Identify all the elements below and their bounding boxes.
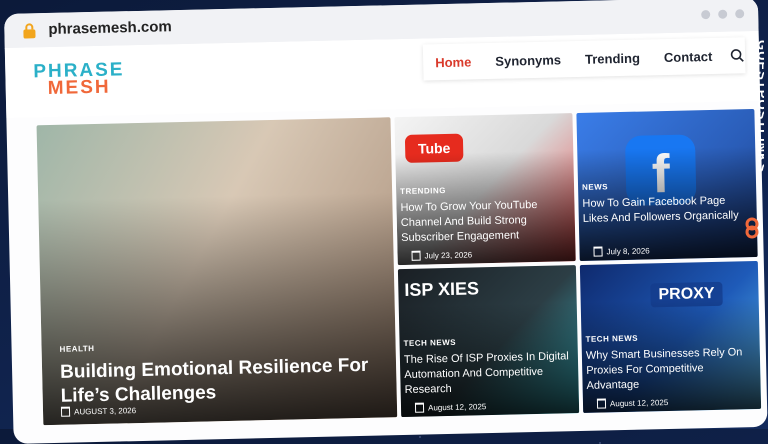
post-category[interactable]: TECH NEWS xyxy=(403,338,456,348)
main-nav: Home Synonyms Trending Contact xyxy=(422,37,746,81)
calendar-icon xyxy=(414,402,425,413)
guestpostlinks-watermark: GUESTPOSTLINKS xyxy=(745,40,764,239)
calendar-icon xyxy=(593,246,603,257)
calendar-icon xyxy=(60,406,71,417)
nav-trending[interactable]: Trending xyxy=(573,50,652,67)
post-date: August 12, 2025 xyxy=(414,401,486,413)
featured-grid: HEALTH Building Emotional Resilience For… xyxy=(36,109,768,444)
link-icon xyxy=(745,217,759,239)
isp-image-text: ISP XIES xyxy=(404,278,480,300)
post-title[interactable]: How To Gain Facebook Page Likes And Foll… xyxy=(582,193,753,227)
post-category[interactable]: TECH NEWS xyxy=(585,334,638,344)
post-card-youtube[interactable]: Tube TRENDING How To Grow Your YouTube C… xyxy=(394,113,576,266)
url-text[interactable]: phrasemesh.com xyxy=(48,18,172,38)
featured-post-main[interactable]: HEALTH Building Emotional Resilience For… xyxy=(36,117,398,426)
post-category[interactable]: TRENDING xyxy=(400,186,446,196)
calendar-icon xyxy=(596,398,607,409)
window-dot-icon[interactable] xyxy=(718,9,728,19)
window-dot-icon[interactable] xyxy=(701,9,711,20)
post-category[interactable]: NEWS xyxy=(582,182,608,192)
post-card-proxies[interactable]: PROXY TECH NEWS Why Smart Businesses Rel… xyxy=(579,260,762,413)
post-date: July 8, 2026 xyxy=(593,245,650,257)
site-logo[interactable]: PHRASE MESH xyxy=(33,59,125,100)
post-date: July 23, 2026 xyxy=(411,249,472,261)
post-card-facebook[interactable]: f NEWS How To Gain Facebook Page Likes A… xyxy=(576,109,758,262)
post-category[interactable]: HEALTH xyxy=(60,344,95,354)
lock-icon xyxy=(23,23,36,39)
post-title[interactable]: Why Smart Businesses Rely On Proxies For… xyxy=(586,345,757,394)
calendar-icon xyxy=(411,250,421,261)
nav-contact[interactable]: Contact xyxy=(652,48,725,65)
post-date: AUGUST 3, 2026 xyxy=(60,405,136,417)
browser-window: phrasemesh.com PHRASE MESH Home Synonyms… xyxy=(4,0,768,444)
post-card-isp-proxies[interactable]: ISP XIES TECH NEWS The Rise Of ISP Proxi… xyxy=(397,265,580,418)
post-title[interactable]: The Rise Of ISP Proxies In Digital Autom… xyxy=(404,349,575,398)
post-date: August 12, 2025 xyxy=(596,397,668,409)
post-title[interactable]: Building Emotional Resilience For Life’s… xyxy=(60,353,391,408)
nav-home[interactable]: Home xyxy=(423,54,483,70)
window-controls xyxy=(701,9,745,20)
watermark-text: GUESTPOSTLINKS xyxy=(755,40,764,173)
nav-synonyms[interactable]: Synonyms xyxy=(483,52,573,69)
logo-line-2: MESH xyxy=(47,76,111,100)
window-dot-icon[interactable] xyxy=(735,9,745,19)
post-title[interactable]: How To Grow Your YouTube Channel And Bui… xyxy=(400,197,571,246)
